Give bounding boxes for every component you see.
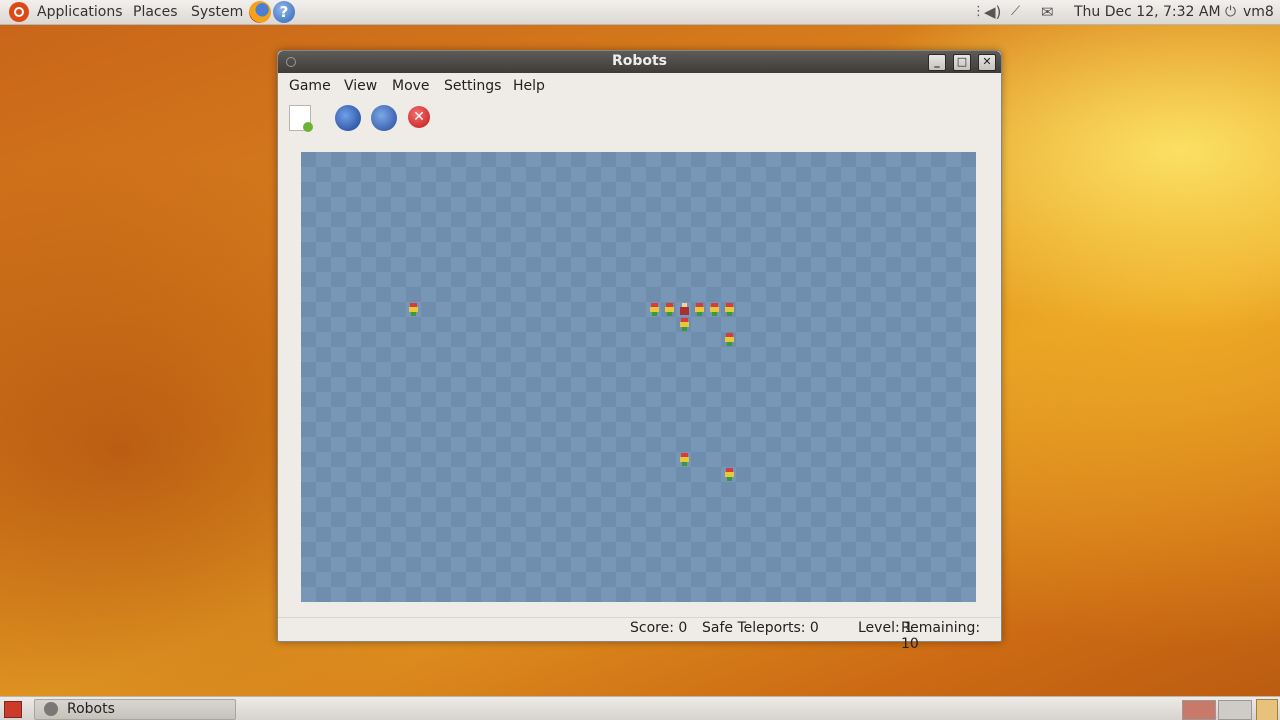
robot <box>665 303 674 316</box>
robots-app-icon <box>44 702 58 716</box>
volume-icon[interactable]: ◀) <box>984 4 1001 20</box>
menu-help[interactable]: Help <box>513 78 545 94</box>
help-icon[interactable]: ? <box>273 1 295 23</box>
player <box>680 303 689 315</box>
wait-icon[interactable]: ✕ <box>408 106 430 128</box>
taskbar-item-robots[interactable]: Robots <box>34 699 236 720</box>
remaining-label: Remaining: 10 <box>901 620 981 652</box>
show-desktop-icon[interactable] <box>4 701 22 718</box>
firefox-icon[interactable] <box>249 1 271 23</box>
bottom-panel: Robots <box>0 696 1280 720</box>
statusbar: Score: 0 Safe Teleports: 0 Level: 1 Rema… <box>278 617 1001 652</box>
clock[interactable]: Thu Dec 12, 7:32 AM <box>1074 3 1221 21</box>
menu-game[interactable]: Game <box>289 78 331 94</box>
game-board[interactable] <box>301 152 976 602</box>
toolbar: ✕ <box>278 99 1001 141</box>
safe-teleports-label: Safe Teleports: 0 <box>702 620 819 636</box>
robot <box>409 303 418 316</box>
robots-window: Robots _ □ ✕ Game View Move Settings Hel… <box>277 50 1002 652</box>
robot <box>650 303 659 316</box>
system-menu[interactable]: System <box>191 3 243 21</box>
robot <box>695 303 704 316</box>
new-game-icon[interactable] <box>289 105 313 132</box>
robot <box>725 468 734 481</box>
workspace-1[interactable] <box>1182 700 1216 720</box>
robot <box>680 318 689 331</box>
power-icon[interactable]: ⏻ <box>1225 4 1236 20</box>
user-name[interactable]: vm8 <box>1243 3 1274 21</box>
menu-view[interactable]: View <box>344 78 377 94</box>
taskbar-item-label: Robots <box>67 701 115 717</box>
menu-settings[interactable]: Settings <box>444 78 501 94</box>
teleport-icon[interactable] <box>335 105 361 131</box>
top-panel: Applications Places System ? ⋮ ◀) ⟋ ✉ Th… <box>0 0 1280 25</box>
window-title: Robots <box>611 53 668 69</box>
score-label: Score: 0 <box>630 620 688 636</box>
menu-move[interactable]: Move <box>392 78 430 94</box>
trash-icon[interactable] <box>1256 699 1278 720</box>
network-icon[interactable]: ⟋ <box>1011 4 1020 20</box>
ubuntu-logo-icon[interactable] <box>9 2 29 22</box>
mail-icon[interactable]: ✉ <box>1041 4 1054 20</box>
close-button[interactable]: ✕ <box>978 54 996 71</box>
robot <box>725 303 734 316</box>
menubar: Game View Move Settings Help <box>278 74 1001 98</box>
places-menu[interactable]: Places <box>133 3 178 21</box>
robot <box>680 453 689 466</box>
maximize-button[interactable]: □ <box>953 54 971 71</box>
minimize-button[interactable]: _ <box>928 54 946 71</box>
titlebar[interactable]: Robots _ □ ✕ <box>278 51 1001 73</box>
workspace-2[interactable] <box>1218 700 1252 720</box>
applications-menu[interactable]: Applications <box>37 3 123 21</box>
robot <box>725 333 734 346</box>
random-teleport-icon[interactable] <box>371 105 397 131</box>
robot <box>710 303 719 316</box>
